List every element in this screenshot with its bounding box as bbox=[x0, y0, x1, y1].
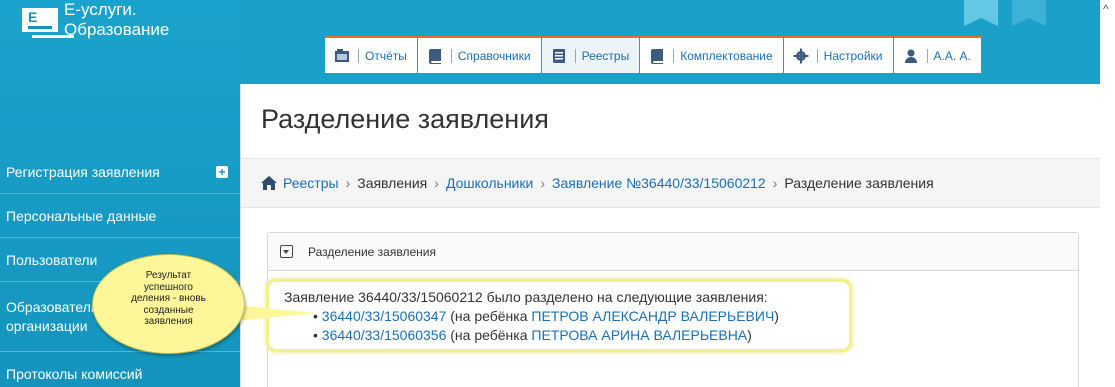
result-intro: Заявление 36440/33/15060212 было разделе… bbox=[284, 289, 768, 305]
breadcrumb-registries[interactable]: Реестры bbox=[283, 175, 339, 191]
flag-icon bbox=[1012, 0, 1046, 26]
sidebar-item-label: Регистрация заявления bbox=[6, 163, 160, 180]
sidebar-item-personal-data[interactable]: Персональные данные bbox=[0, 194, 240, 238]
user-icon bbox=[904, 49, 917, 63]
breadcrumb: Реестры › Заявления › Дошкольники › Заяв… bbox=[241, 158, 1101, 208]
document-icon bbox=[552, 48, 565, 63]
sidebar-item-label: Персональные данные bbox=[6, 207, 157, 224]
tab-reports[interactable]: Отчёты bbox=[325, 36, 417, 73]
sidebar-item-label: Протоколы комиссий bbox=[6, 365, 143, 382]
child-link[interactable]: ПЕТРОВА АРИНА ВАЛЕРЬЕВНА bbox=[531, 327, 747, 343]
child-link[interactable]: ПЕТРОВ АЛЕКСАНДР ВАЛЕРЬЕВИЧ bbox=[531, 308, 774, 324]
home-icon[interactable] bbox=[261, 176, 277, 190]
panel-title: Разделение заявления bbox=[308, 244, 436, 259]
logo-subtitle: Образование bbox=[64, 20, 170, 39]
page-title: Разделение заявления bbox=[261, 104, 549, 134]
tab-user[interactable]: А.А. А. bbox=[893, 36, 981, 73]
sidebar-item-label: Пользователи bbox=[6, 251, 98, 268]
result-list: Заявление 36440/33/15060212 было разделе… bbox=[284, 288, 779, 345]
list-item: 36440/33/15060356 (на ребёнка ПЕТРОВА АР… bbox=[313, 326, 779, 345]
breadcrumb-preschoolers[interactable]: Дошкольники bbox=[446, 175, 533, 191]
tab-registries[interactable]: Реестры bbox=[541, 36, 640, 73]
collapse-icon[interactable] bbox=[280, 245, 293, 258]
application-link[interactable]: 36440/33/15060347 bbox=[322, 308, 447, 324]
sidebar-item-protocols[interactable]: Протоколы комиссий bbox=[0, 352, 240, 387]
book-icon bbox=[428, 48, 441, 64]
top-nav: Отчёты Справочники Реестры Комплектовани… bbox=[325, 36, 982, 73]
gear-icon bbox=[793, 48, 809, 63]
sidebar-item-label: Образовательные организации bbox=[6, 298, 124, 334]
breadcrumb-current: Разделение заявления bbox=[784, 175, 934, 191]
reports-icon bbox=[335, 48, 349, 62]
list-item: 36440/33/15060347 (на ребёнка ПЕТРОВ АЛЕ… bbox=[313, 307, 779, 326]
logo-icon bbox=[22, 8, 58, 32]
tab-directories[interactable]: Справочники bbox=[417, 36, 541, 73]
callout-annotation: Результат успешного деления - вновь созд… bbox=[92, 254, 245, 354]
book-icon bbox=[651, 48, 664, 64]
scrollbar[interactable] bbox=[1100, 0, 1115, 387]
logo-title: Е-услуги. bbox=[64, 0, 137, 19]
breadcrumb-application[interactable]: Заявление №36440/33/15060212 bbox=[552, 175, 766, 191]
plus-icon[interactable]: + bbox=[216, 166, 228, 178]
application-link[interactable]: 36440/33/15060356 bbox=[322, 327, 447, 343]
breadcrumb-applications[interactable]: Заявления bbox=[357, 175, 427, 191]
flag-icon bbox=[964, 0, 998, 26]
tab-staffing[interactable]: Комплектование bbox=[640, 36, 783, 73]
sidebar-item-registration[interactable]: Регистрация заявления + bbox=[0, 150, 240, 194]
tab-settings[interactable]: Настройки bbox=[783, 36, 893, 73]
